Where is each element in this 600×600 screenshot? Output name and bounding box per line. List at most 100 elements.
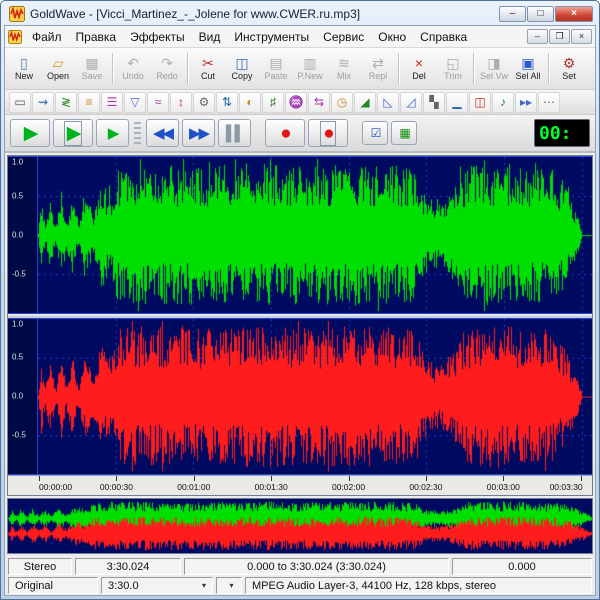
mdi-minimize-button[interactable]: – bbox=[527, 29, 548, 44]
time-axis-inner: 00:00:0000:00:3000:01:0000:01:3000:02:00… bbox=[39, 476, 591, 495]
main-toolbar: ▯New▱Open▦Save↶Undo↷Redo✂Cut◫Copy▤Paste▥… bbox=[5, 48, 595, 90]
menu-item-3[interactable]: Эффекты bbox=[123, 27, 192, 47]
time-tick bbox=[426, 476, 427, 481]
pause-button[interactable]: ▌▌ bbox=[218, 119, 251, 147]
playback-rate-button[interactable]: ▸▸ bbox=[515, 92, 537, 113]
filter-button[interactable]: ▽ bbox=[124, 92, 146, 113]
new-button[interactable]: ▯New bbox=[7, 49, 41, 88]
open-button[interactable]: ▱Open bbox=[41, 49, 75, 88]
cut-button[interactable]: ✂Cut bbox=[191, 49, 225, 88]
equalizer-button[interactable]: ☰ bbox=[101, 92, 123, 113]
silence-icon: ▁ bbox=[452, 95, 461, 109]
copy-label: Copy bbox=[231, 71, 252, 81]
time-display: 00: bbox=[534, 119, 590, 147]
save-label: Save bbox=[82, 71, 103, 81]
set-label: Set bbox=[562, 71, 576, 81]
new-icon: ▯ bbox=[20, 56, 28, 70]
open-label: Open bbox=[47, 71, 69, 81]
flanger-button[interactable]: ≈ bbox=[147, 92, 169, 113]
visual-properties-button[interactable]: ▦ bbox=[391, 121, 417, 145]
volume-button[interactable]: ◢ bbox=[354, 92, 376, 113]
paste-icon: ▤ bbox=[269, 56, 282, 70]
reverse-button[interactable]: ⇆ bbox=[308, 92, 330, 113]
select-all-button[interactable]: ▣Sel All bbox=[511, 49, 545, 88]
mechanize-button[interactable]: ⚙ bbox=[193, 92, 215, 113]
menu-bar-items: ФайлПравкаЭффектыВидИнструментыСервисОкн… bbox=[25, 27, 474, 47]
mdi-restore-button[interactable]: ❐ bbox=[549, 29, 570, 44]
voice-over-button[interactable]: ♪ bbox=[492, 92, 514, 113]
paste-label: Paste bbox=[264, 71, 287, 81]
dynamics-button[interactable]: ≷ bbox=[55, 92, 77, 113]
quality-status: Original bbox=[8, 577, 98, 594]
right-channel-waveform[interactable] bbox=[38, 319, 592, 475]
maximize-button[interactable]: □ bbox=[527, 6, 554, 22]
title-bar: GoldWave - [Vicci_Martinez_-_Jolene for … bbox=[4, 1, 596, 25]
play-custom-button[interactable]: ▶ bbox=[96, 119, 129, 147]
channel-mode-status: Stereo bbox=[8, 558, 72, 575]
play-button[interactable]: ▶ bbox=[10, 119, 50, 147]
volume-icon: ◢ bbox=[360, 95, 369, 109]
status-bar-top: Stereo 3:30.024 0.000 to 3:30.024 (3:30.… bbox=[5, 557, 595, 576]
window-title: GoldWave - [Vicci_Martinez_-_Jolene for … bbox=[30, 7, 360, 21]
redo-icon: ↷ bbox=[161, 56, 173, 70]
zoom-preset-combo[interactable]: 3:30.0 ▾ bbox=[101, 577, 213, 594]
right-amplitude-axis: 1.0 0.5 0.0 -0.5 bbox=[8, 319, 38, 475]
left-channel-waveform[interactable] bbox=[38, 157, 592, 313]
amp-label: 1.0 bbox=[12, 319, 23, 328]
menu-item-8[interactable]: Справка bbox=[413, 27, 474, 47]
menu-item-1[interactable]: Файл bbox=[25, 27, 69, 47]
select-view-button: ◨Sel Vw bbox=[477, 49, 511, 88]
reverb-icon: ♒ bbox=[289, 95, 304, 109]
delete-button[interactable]: ×Del bbox=[402, 49, 436, 88]
fade-out-button[interactable]: ◿ bbox=[400, 92, 422, 113]
new-label: New bbox=[15, 71, 33, 81]
invert-button[interactable]: ↕ bbox=[170, 92, 192, 113]
time-warp-button[interactable]: ◷ bbox=[331, 92, 353, 113]
menu-item-5[interactable]: Инструменты bbox=[227, 27, 316, 47]
noise-reduction-button[interactable]: ▚ bbox=[423, 92, 445, 113]
overview-waveform[interactable] bbox=[8, 499, 592, 553]
fast-forward-button[interactable]: ▶▶ bbox=[182, 119, 215, 147]
record-stop-button[interactable]: ● bbox=[308, 119, 348, 147]
mix-icon: ≋ bbox=[338, 56, 350, 70]
time-label: 00:00:30 bbox=[100, 482, 133, 492]
echo-button[interactable]: ≡ bbox=[78, 92, 100, 113]
pitch-icon: ♯ bbox=[270, 95, 276, 109]
preset-combo[interactable]: ▾ bbox=[216, 577, 242, 594]
pan-button[interactable]: ◐ bbox=[239, 92, 261, 113]
mdi-close-button[interactable]: × bbox=[571, 29, 592, 44]
offset-button[interactable]: ⇅ bbox=[216, 92, 238, 113]
reverse-icon: ⇆ bbox=[314, 95, 324, 109]
play-selection-button[interactable]: ▶ bbox=[53, 119, 93, 147]
menu-item-2[interactable]: Правка bbox=[69, 27, 124, 47]
close-button[interactable]: × bbox=[555, 6, 593, 22]
fade-in-icon: ◺ bbox=[383, 95, 392, 109]
set-button[interactable]: ⚙Set bbox=[552, 49, 586, 88]
time-label: 00:01:00 bbox=[177, 482, 210, 492]
menu-item-7[interactable]: Окно bbox=[371, 27, 413, 47]
rewind-button[interactable]: ◀◀ bbox=[146, 119, 179, 147]
fade-in-button[interactable]: ◺ bbox=[377, 92, 399, 113]
time-label: 00:03:00 bbox=[487, 482, 520, 492]
play-icon: ▶ bbox=[24, 124, 37, 143]
pitch-button[interactable]: ♯ bbox=[262, 92, 284, 113]
silence-button[interactable]: ▁ bbox=[446, 92, 468, 113]
menu-item-4[interactable]: Вид bbox=[192, 27, 228, 47]
amp-label: -0.5 bbox=[12, 269, 26, 278]
marker-style-button[interactable]: ▭ bbox=[9, 92, 31, 113]
reverb-button[interactable]: ♒ bbox=[285, 92, 307, 113]
fade-out-icon: ◿ bbox=[406, 95, 415, 109]
delete-label: Del bbox=[412, 71, 426, 81]
time-tick bbox=[116, 476, 117, 481]
minimize-button[interactable]: – bbox=[499, 6, 526, 22]
right-channel: 1.0 0.5 0.0 -0.5 bbox=[8, 318, 592, 476]
menu-item-6[interactable]: Сервис bbox=[316, 27, 371, 47]
stereo-tool-button[interactable]: ◫ bbox=[469, 92, 491, 113]
doppler-button[interactable]: ⇝ bbox=[32, 92, 54, 113]
interpolate-button[interactable]: ⋯ bbox=[538, 92, 560, 113]
record-button[interactable]: ● bbox=[265, 119, 305, 147]
copy-button[interactable]: ◫Copy bbox=[225, 49, 259, 88]
selection-status: 0.000 to 3:30.024 (3:30.024) bbox=[184, 558, 449, 575]
monitor-toggle-button[interactable]: ☑ bbox=[362, 121, 388, 145]
menu-bar: ФайлПравкаЭффектыВидИнструментыСервисОкн… bbox=[5, 26, 595, 48]
